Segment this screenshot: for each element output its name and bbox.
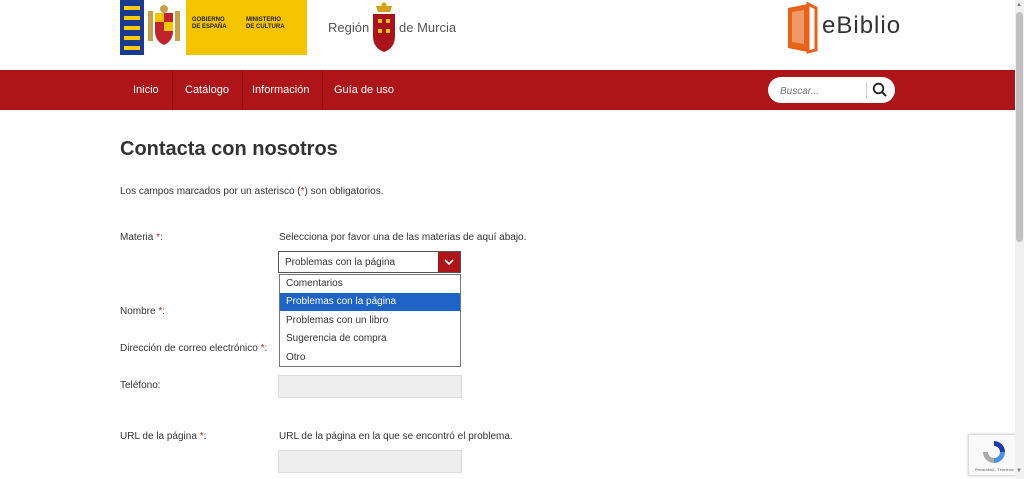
option-sugerencia-de-compra[interactable]: Sugerencia de compra: [280, 330, 460, 348]
gobierno-espana-logo[interactable]: GOBIERNO DE ESPAÑA MINISTERIO DE CULTURA: [120, 0, 307, 55]
materia-options-list: Comentarios Problemas con la página Prob…: [279, 274, 461, 367]
recaptcha-terms: Privacidad - Términos: [975, 467, 1014, 472]
nav-item-guia-de-uso[interactable]: Guía de uso: [321, 70, 407, 110]
region-text: Región: [328, 20, 370, 35]
scroll-up-icon[interactable]: ▲: [1016, 2, 1022, 8]
ministerio-text: MINISTERIO DE CULTURA: [246, 17, 285, 30]
ebiblio-wordmark: eBiblio: [822, 12, 902, 39]
murcia-text: de Murcia: [399, 20, 457, 35]
telefono-field[interactable]: [278, 375, 462, 398]
email-label: Dirección de correo electrónico *:: [120, 343, 268, 354]
eu-flag-icon: [120, 0, 144, 55]
option-problemas-con-un-libro[interactable]: Problemas con un libro: [280, 312, 460, 330]
open-door-book-icon: [788, 2, 818, 54]
murcia-coat-of-arms-icon: [373, 2, 395, 52]
nav-item-informacion[interactable]: Información: [239, 70, 324, 110]
nav-item-inicio[interactable]: Inicio: [120, 70, 173, 110]
telefono-label: Teléfono:: [120, 380, 161, 391]
url-help-text: URL de la página en la que se encontró e…: [279, 431, 513, 442]
search-divider: [866, 82, 867, 98]
materia-label: Materia *:: [120, 232, 163, 243]
gobierno-text: GOBIERNO DE ESPAÑA: [192, 17, 227, 30]
option-otro[interactable]: Otro: [280, 349, 460, 367]
page-title: Contacta con nosotros: [120, 138, 338, 160]
scroll-thumb[interactable]: [1016, 12, 1023, 242]
option-problemas-con-la-pagina[interactable]: Problemas con la página: [280, 293, 460, 311]
coat-of-arms-icon: [148, 5, 180, 45]
materia-selected-value: Problemas con la página: [285, 257, 396, 268]
nombre-label: Nombre *:: [120, 306, 166, 317]
search-icon[interactable]: [871, 81, 889, 99]
url-label: URL de la página *:: [120, 431, 207, 442]
url-field[interactable]: [278, 450, 462, 473]
materia-select[interactable]: Problemas con la página: [278, 251, 461, 273]
page-scrollbar[interactable]: ▲ ▼: [1015, 0, 1024, 479]
option-comentarios[interactable]: Comentarios: [280, 275, 460, 293]
required-fields-note: Los campos marcados por un asterisco (*)…: [120, 186, 384, 197]
nav-item-catalogo[interactable]: Catálogo: [172, 70, 244, 110]
ebiblio-logo[interactable]: eBiblio: [784, 2, 902, 57]
search-box: [768, 77, 895, 103]
chevron-down-icon[interactable]: [438, 252, 460, 272]
recaptcha-icon: [983, 441, 1005, 463]
main-navigation: Inicio Catálogo Información Guía de uso: [0, 70, 1015, 110]
materia-help-text: Selecciona por favor una de las materias…: [279, 232, 527, 243]
search-input[interactable]: [778, 81, 868, 101]
scroll-down-icon[interactable]: ▼: [1016, 468, 1022, 474]
